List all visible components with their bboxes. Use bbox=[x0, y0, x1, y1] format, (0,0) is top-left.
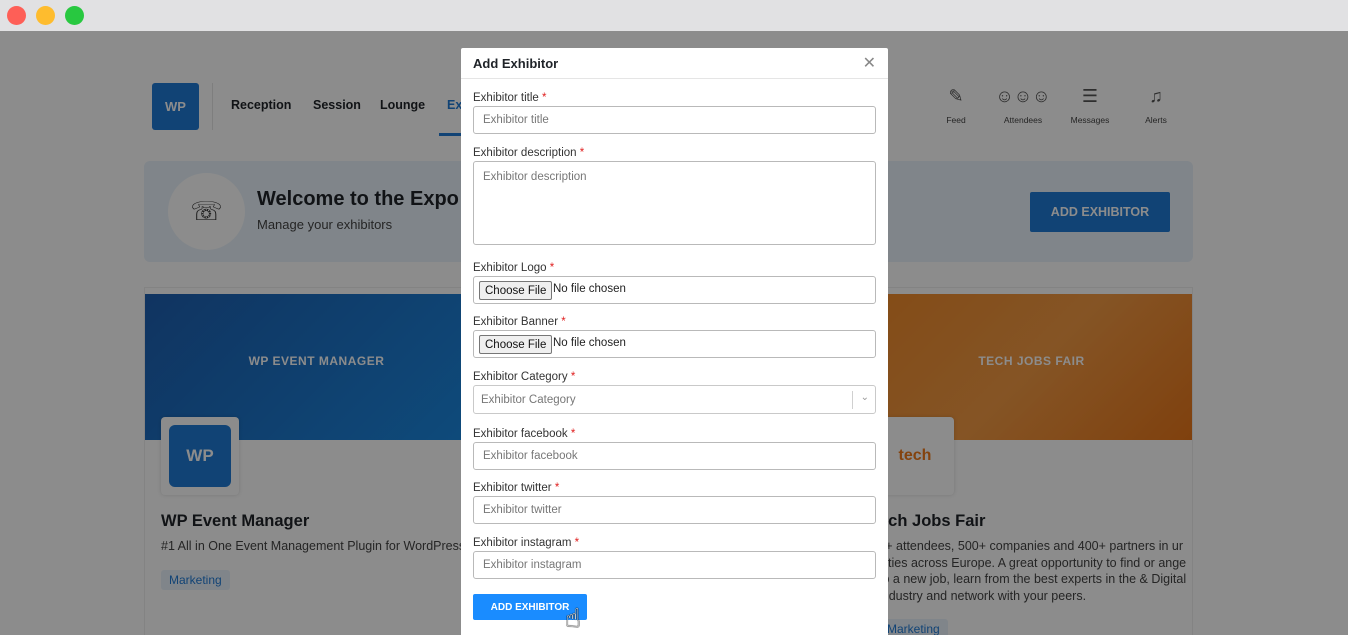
select-separator bbox=[852, 391, 853, 409]
exhibitor-instagram-input[interactable] bbox=[473, 551, 876, 579]
exhibitor-category-select[interactable]: Exhibitor Category ⌄ bbox=[473, 385, 876, 414]
exhibitor-title-input[interactable] bbox=[473, 106, 876, 134]
file-status: No file chosen bbox=[553, 337, 626, 349]
chevron-down-icon[interactable]: ⌄ bbox=[861, 392, 869, 403]
exhibitor-description-textarea[interactable] bbox=[473, 161, 876, 245]
exhibitor-banner-file-input[interactable]: Choose File No file chosen bbox=[473, 330, 876, 358]
banner-label: Exhibitor Banner * bbox=[473, 316, 566, 328]
window-titlebar bbox=[0, 0, 1348, 31]
description-label: Exhibitor description * bbox=[473, 147, 585, 159]
hand-pointer-icon: ☝ bbox=[565, 603, 581, 633]
select-value: Exhibitor Category bbox=[481, 394, 576, 406]
modal-title: Add Exhibitor bbox=[473, 56, 559, 71]
close-icon[interactable]: ✕ bbox=[863, 53, 876, 73]
twitter-label: Exhibitor twitter * bbox=[473, 482, 560, 494]
facebook-label: Exhibitor facebook * bbox=[473, 428, 576, 440]
exhibitor-logo-file-input[interactable]: Choose File No file chosen bbox=[473, 276, 876, 304]
exhibitor-twitter-input[interactable] bbox=[473, 496, 876, 524]
modal-header: Add Exhibitor ✕ bbox=[461, 48, 888, 79]
file-status: No file chosen bbox=[553, 283, 626, 295]
close-window-button[interactable] bbox=[7, 6, 26, 25]
category-label: Exhibitor Category * bbox=[473, 371, 576, 383]
choose-file-button[interactable]: Choose File bbox=[479, 335, 553, 354]
choose-file-button[interactable]: Choose File bbox=[479, 281, 553, 300]
maximize-window-button[interactable] bbox=[65, 6, 84, 25]
add-exhibitor-modal: Add Exhibitor ✕ Exhibitor title * Exhibi… bbox=[461, 48, 888, 635]
minimize-window-button[interactable] bbox=[36, 6, 55, 25]
title-label: Exhibitor title * bbox=[473, 92, 547, 104]
exhibitor-facebook-input[interactable] bbox=[473, 442, 876, 470]
logo-label: Exhibitor Logo * bbox=[473, 262, 555, 274]
instagram-label: Exhibitor instagram * bbox=[473, 537, 580, 549]
